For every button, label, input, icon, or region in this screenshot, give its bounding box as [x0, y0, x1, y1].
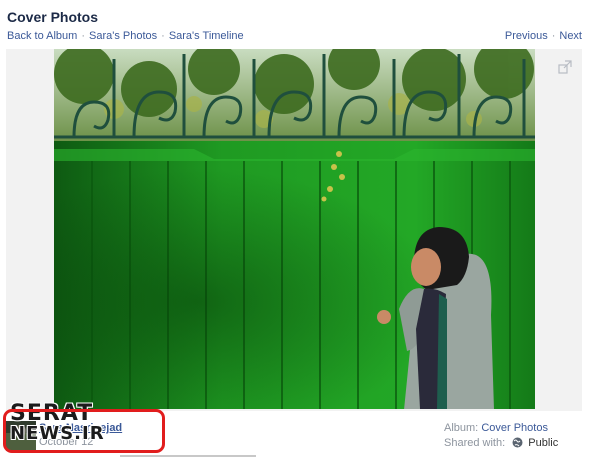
breadcrumb: Back to Album · Sara's Photos · Sara's Timel… [7, 30, 244, 42]
back-to-album-link[interactable]: Back to Album [7, 30, 77, 42]
album-info: Album: Cover Photos [444, 422, 548, 434]
album-link[interactable]: Cover Photos [481, 422, 548, 434]
shared-with-label: Shared with: [444, 437, 506, 449]
nav-separator: · [551, 30, 556, 42]
privacy-info: Shared with: Public [444, 437, 558, 451]
album-label: Album: [444, 422, 479, 434]
previous-photo-link[interactable]: Previous [505, 30, 548, 42]
sara-photos-link[interactable]: Sara's Photos [89, 30, 157, 42]
photo-pager: Previous · Next [505, 30, 582, 42]
expand-icon[interactable] [558, 60, 572, 74]
sara-timeline-link[interactable]: Sara's Timeline [169, 30, 244, 42]
globe-icon [512, 437, 523, 451]
photo-stage [6, 49, 582, 411]
next-photo-link[interactable]: Next [559, 30, 582, 42]
privacy-value[interactable]: Public [528, 437, 558, 449]
nav-separator: · [81, 30, 85, 42]
page-title: Cover Photos [7, 9, 99, 25]
highlight-annotation [3, 409, 165, 453]
cover-photo-image [54, 49, 535, 409]
nav-separator: · [161, 30, 165, 42]
cover-photo[interactable] [54, 49, 535, 409]
